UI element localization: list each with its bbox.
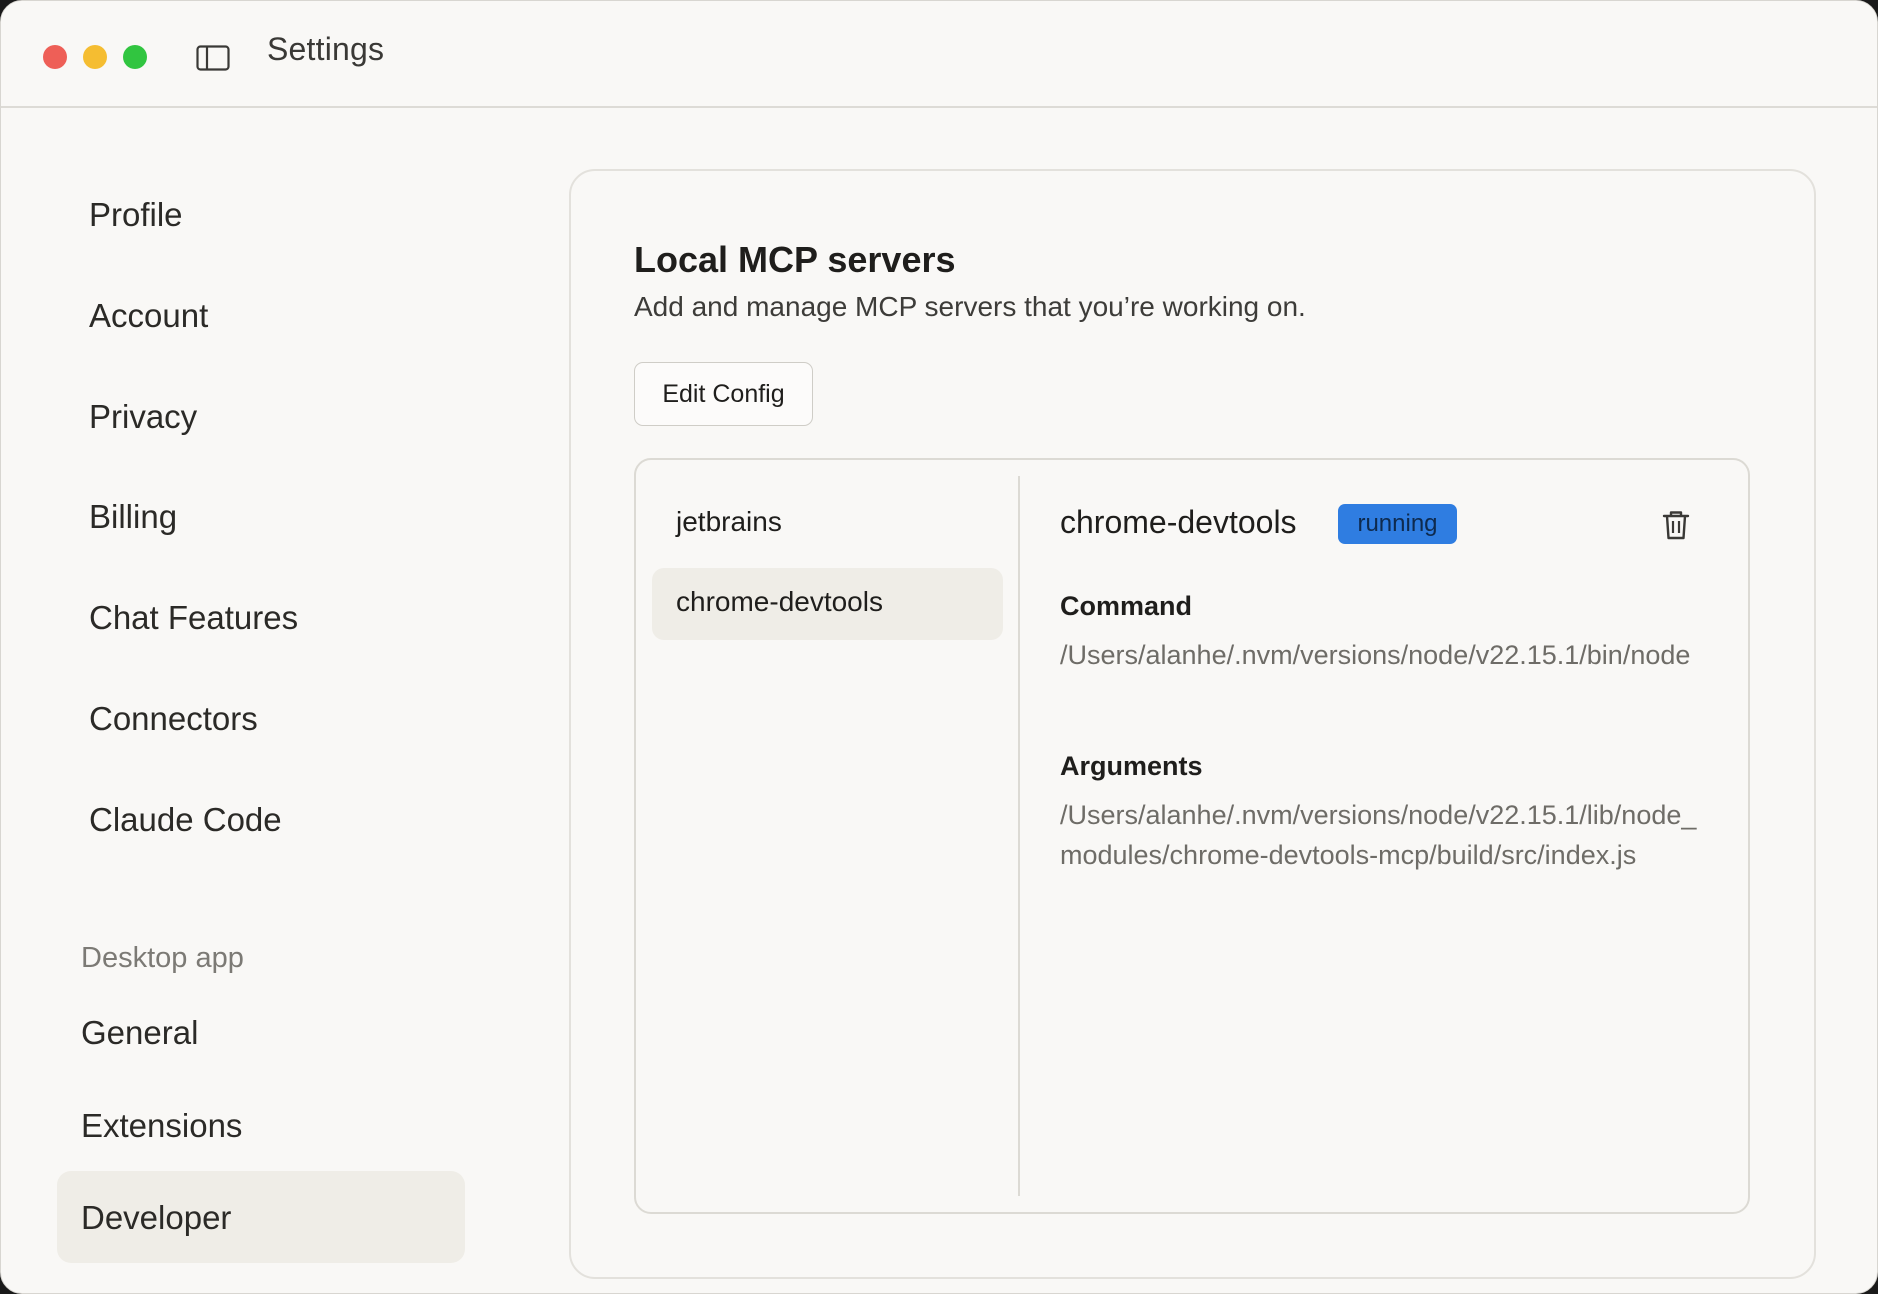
close-window-button[interactable] — [43, 45, 67, 69]
minimize-window-button[interactable] — [83, 45, 107, 69]
sidebar-item-claude-code[interactable]: Claude Code — [89, 801, 282, 839]
page-title: Local MCP servers — [634, 239, 956, 280]
settings-window: Settings Profile Account Privacy Billing… — [0, 0, 1878, 1294]
server-list-item-jetbrains[interactable]: jetbrains — [676, 506, 782, 538]
server-list-item-chrome-devtools[interactable]: chrome-devtools — [676, 586, 883, 618]
sidebar-item-connectors[interactable]: Connectors — [89, 700, 258, 738]
server-detail-name: chrome-devtools — [1060, 504, 1297, 540]
title-bar: Settings — [1, 1, 1877, 108]
sidebar-item-general[interactable]: General — [81, 1014, 198, 1052]
command-label: Command — [1060, 591, 1193, 621]
sidebar-item-privacy[interactable]: Privacy — [89, 398, 197, 436]
sidebar-item-developer[interactable]: Developer — [81, 1199, 231, 1237]
sidebar-toggle-icon[interactable] — [196, 45, 230, 71]
status-badge: running — [1338, 504, 1457, 544]
command-value: /Users/alanhe/.nvm/versions/node/v22.15.… — [1060, 640, 1691, 670]
maximize-window-button[interactable] — [123, 45, 147, 69]
trash-icon[interactable] — [1661, 509, 1691, 541]
sidebar-item-extensions[interactable]: Extensions — [81, 1107, 242, 1145]
edit-config-button[interactable]: Edit Config — [634, 362, 813, 426]
servers-divider — [1018, 476, 1020, 1196]
window-title: Settings — [267, 31, 385, 67]
sidebar-item-chat-features[interactable]: Chat Features — [89, 599, 298, 637]
page-subtitle: Add and manage MCP servers that you’re w… — [634, 291, 1306, 322]
arguments-label: Arguments — [1060, 751, 1203, 781]
sidebar-item-profile[interactable]: Profile — [89, 196, 183, 234]
arguments-value: /Users/alanhe/.nvm/versions/node/v22.15.… — [1060, 800, 1697, 870]
sidebar-item-billing[interactable]: Billing — [89, 498, 177, 536]
sidebar-item-account[interactable]: Account — [89, 297, 208, 335]
desktop-app-section-label: Desktop app — [81, 942, 244, 974]
